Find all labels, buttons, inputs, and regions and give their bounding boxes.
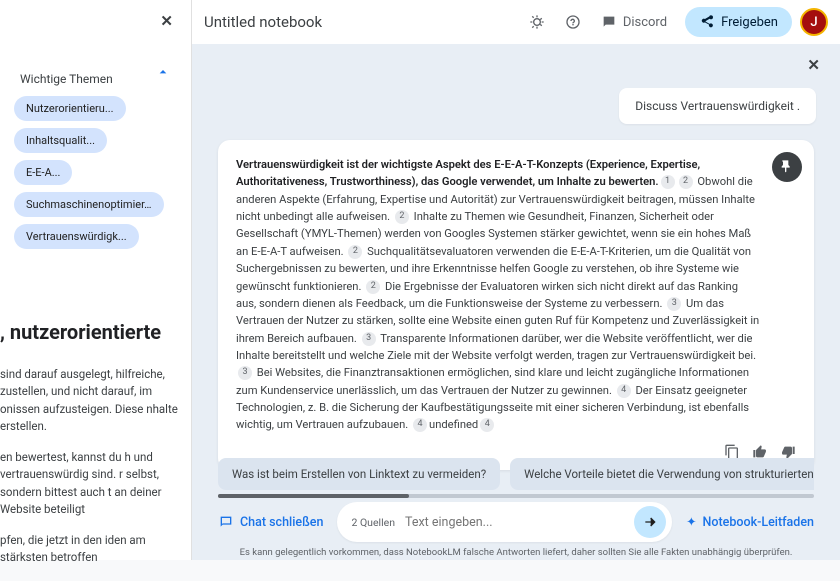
citation-badge[interactable]: 2 bbox=[395, 210, 409, 224]
suggestion-row: Was ist beim Erstellen von Linktext zu v… bbox=[218, 458, 814, 490]
response-text: Vertrauenswürdigkeit ist der wichtigste … bbox=[236, 156, 796, 434]
notebook-guide-button[interactable]: ✦ Notebook-Leitfaden bbox=[686, 514, 814, 530]
doc-heading: , nutzerorientierte bbox=[0, 320, 187, 344]
topic-chip[interactable]: Inhaltsqualit... bbox=[14, 128, 107, 153]
guide-label: Notebook-Leitfaden bbox=[703, 515, 814, 530]
help-icon[interactable] bbox=[557, 6, 589, 38]
app-header: Untitled notebook Discord Freigeben J bbox=[192, 0, 840, 44]
chat-panel: ✕ Discuss Vertrauenswürdigkeit . Vertrau… bbox=[192, 44, 840, 560]
chat-close-button[interactable]: Chat schließen bbox=[218, 514, 323, 530]
share-button[interactable]: Freigeben bbox=[685, 7, 792, 37]
chat-icon bbox=[601, 14, 617, 30]
citation-badge[interactable]: 4 bbox=[413, 418, 427, 432]
sidebar: ✕ Wichtige Themen Nutzerorientieru... In… bbox=[0, 0, 192, 560]
topic-chip[interactable]: Suchmaschinenoptimier... bbox=[14, 192, 164, 217]
sparkle-icon: ✦ bbox=[686, 514, 696, 530]
discord-button[interactable]: Discord bbox=[591, 10, 677, 34]
suggestion-chip[interactable]: Was ist beim Erstellen von Linktext zu v… bbox=[218, 458, 500, 490]
discord-label: Discord bbox=[623, 15, 667, 30]
chat-icon bbox=[218, 514, 234, 530]
share-icon bbox=[699, 14, 715, 30]
send-button[interactable] bbox=[634, 506, 666, 538]
topic-chip[interactable]: Vertrauenswürdigk... bbox=[14, 224, 139, 249]
citation-badge[interactable]: 3 bbox=[362, 332, 376, 346]
avatar[interactable]: J bbox=[800, 8, 828, 36]
suggestion-scrollbar[interactable] bbox=[218, 494, 814, 498]
citation-badge[interactable]: 2 bbox=[366, 280, 380, 294]
pin-button[interactable] bbox=[772, 152, 802, 182]
input-bar: Chat schließen 2 Quellen ✦ Notebook-Leit… bbox=[218, 502, 814, 542]
citation-badge[interactable]: 2 bbox=[348, 245, 362, 259]
close-icon[interactable]: ✕ bbox=[160, 12, 173, 30]
citation-badge[interactable]: 2 bbox=[679, 175, 693, 189]
chat-toggle-label: Chat schließen bbox=[240, 515, 323, 530]
topic-chip[interactable]: E-E-A... bbox=[14, 160, 72, 185]
citation-badge[interactable]: 4 bbox=[480, 418, 494, 432]
citation-badge[interactable]: 4 bbox=[617, 384, 631, 398]
appearance-icon[interactable] bbox=[521, 6, 553, 38]
chat-input-container: 2 Quellen bbox=[337, 502, 672, 542]
topic-chips: Nutzerorientieru... Inhaltsqualit... E-E… bbox=[0, 96, 191, 249]
doc-paragraph: pfen, die jetzt in den iden am stärksten… bbox=[0, 532, 187, 567]
sources-count[interactable]: 2 Quellen bbox=[351, 516, 395, 529]
close-icon[interactable]: ✕ bbox=[807, 56, 820, 74]
share-label: Freigeben bbox=[721, 15, 778, 30]
chat-input[interactable] bbox=[405, 515, 634, 530]
citation-badge[interactable]: 3 bbox=[667, 297, 681, 311]
citation-badge[interactable]: 3 bbox=[238, 366, 252, 380]
notebook-title[interactable]: Untitled notebook bbox=[204, 13, 322, 31]
response-card: Vertrauenswürdigkeit ist der wichtigste … bbox=[218, 140, 814, 470]
chevron-up-icon[interactable] bbox=[155, 64, 171, 84]
sidebar-document-preview: , nutzerorientierte sind darauf ausgeleg… bbox=[0, 320, 191, 581]
topic-chip[interactable]: Nutzerorientieru... bbox=[14, 96, 126, 121]
citation-badge[interactable]: 1 bbox=[661, 175, 675, 189]
suggestion-chip[interactable]: Welche Vorteile bietet die Verwendung vo… bbox=[510, 458, 814, 490]
doc-paragraph: en bewertest, kannst du h und vertrauens… bbox=[0, 449, 187, 518]
user-prompt-chip: Discuss Vertrauenswürdigkeit . bbox=[619, 88, 816, 124]
doc-paragraph: sind darauf ausgelegt, hilfreiche, zuste… bbox=[0, 366, 187, 435]
disclaimer-text: Es kann gelegentlich vorkommen, dass Not… bbox=[192, 547, 840, 558]
